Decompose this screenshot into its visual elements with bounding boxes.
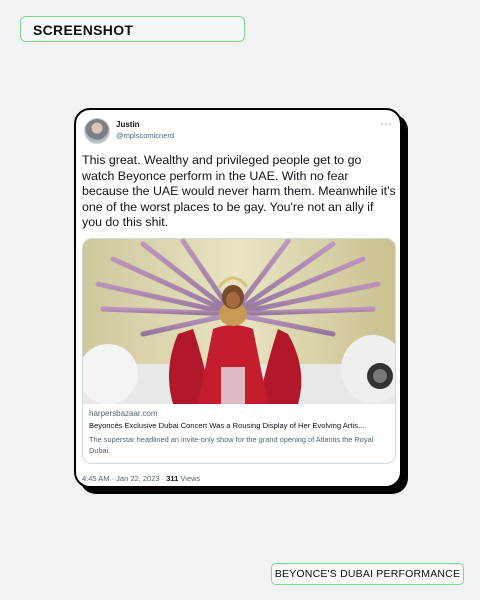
link-preview-card[interactable]: harpersbazaar.com Beyoncés Exclusive Dub…	[82, 238, 396, 464]
screenshot-label: SCREENSHOT	[20, 16, 245, 42]
link-description: The superstar headlined an invite-only s…	[89, 435, 374, 455]
views-count: 311	[166, 474, 179, 483]
tweet-timestamp[interactable]: 4:45 AM · Jan 22, 2023 ·	[82, 474, 166, 483]
tweet-text: This great. Wealthy and privileged peopl…	[82, 153, 396, 229]
avatar[interactable]	[84, 118, 110, 144]
author-handle[interactable]: @mplscomicnerd	[116, 131, 174, 140]
author-name[interactable]: Justin	[116, 120, 140, 129]
tweet-meta: 4:45 AM · Jan 22, 2023 · 311 Views	[82, 474, 200, 483]
caption-label: BEYONCE'S DUBAI PERFORMANCE	[271, 563, 464, 585]
more-icon[interactable]: •••	[381, 120, 392, 129]
concert-photo	[83, 239, 395, 404]
link-title[interactable]: Beyoncés Exclusive Dubai Concert Was a R…	[89, 421, 389, 430]
link-domain: harpersbazaar.com	[89, 409, 158, 418]
views-label: Views	[178, 474, 201, 483]
tweet-card: Justin @mplscomicnerd ••• This great. We…	[74, 108, 402, 488]
